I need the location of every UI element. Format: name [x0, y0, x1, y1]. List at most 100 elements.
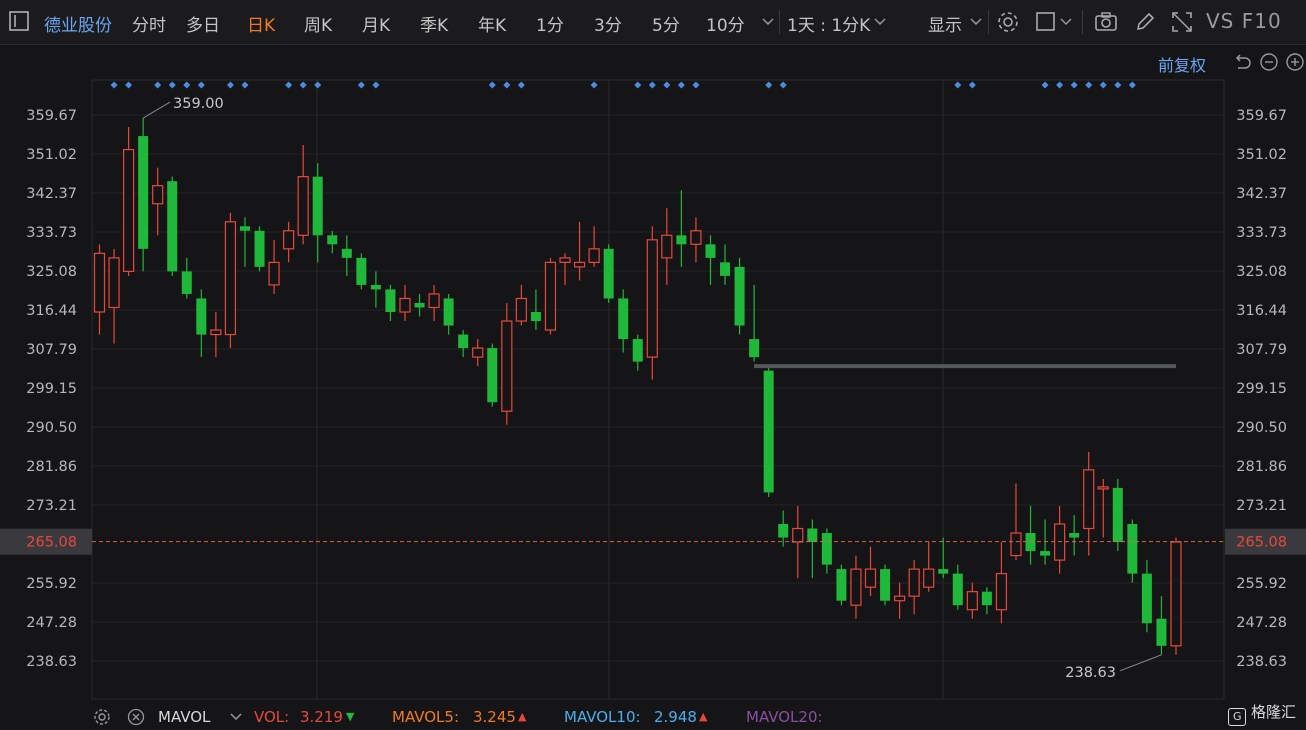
tab-weekly-k[interactable]: 周K — [304, 11, 332, 36]
candle-body — [544, 261, 557, 331]
candle — [138, 118, 149, 272]
event-marker — [285, 81, 293, 89]
candle-body — [661, 234, 673, 259]
tab-quarterly-k[interactable]: 季K — [420, 11, 448, 36]
tab-3min[interactable]: 3分 — [594, 11, 622, 36]
candle-body — [923, 568, 935, 588]
y-tick-label: 273.21 — [1236, 498, 1287, 514]
candle — [632, 334, 643, 371]
candle — [312, 163, 323, 263]
f10-button[interactable]: F10 — [1242, 9, 1282, 33]
event-marker — [648, 81, 656, 89]
candle — [807, 519, 818, 579]
candlestick-chart[interactable]: 359.67 351.02 342.37 333.73 325.08 316.44 307.… — [0, 44, 1306, 704]
candle — [196, 289, 207, 358]
up-arrow-icon: ▲ — [518, 710, 527, 723]
candle-body — [850, 568, 862, 606]
indicator-name[interactable]: MAVOL — [158, 708, 210, 726]
fullscreen-icon[interactable] — [1170, 10, 1194, 34]
close-icon[interactable] — [127, 708, 145, 726]
candle-body — [559, 257, 571, 263]
mavol10-label: MAVOL10: — [564, 708, 641, 726]
candle — [864, 546, 877, 597]
candle-body — [792, 527, 804, 543]
tab-5min[interactable]: 5分 — [652, 11, 680, 36]
tab-daily-k[interactable]: 日K — [247, 11, 275, 36]
period-select[interactable]: 1天 : 1分K — [787, 11, 870, 36]
chevron-down-icon[interactable] — [228, 709, 244, 725]
candle-body — [1141, 573, 1152, 624]
candle-body — [458, 334, 469, 349]
tab-intraday[interactable]: 分时 — [132, 11, 166, 36]
display-menu[interactable]: 显示 — [928, 11, 962, 36]
candle-body — [1010, 532, 1022, 557]
event-marker — [692, 81, 700, 89]
event-marker — [590, 81, 598, 89]
stock-name[interactable]: 德业股份 — [44, 11, 112, 36]
event-markers — [110, 81, 1136, 89]
candle-body — [632, 339, 643, 362]
candle-body — [341, 248, 352, 258]
candle — [414, 293, 425, 317]
chevron-down-icon[interactable] — [760, 12, 776, 32]
chevron-down-icon[interactable] — [872, 12, 888, 32]
candle — [268, 239, 280, 294]
camera-icon[interactable] — [1094, 10, 1118, 34]
event-marker — [357, 81, 365, 89]
event-marker — [197, 81, 205, 89]
candle-body — [952, 573, 963, 606]
tab-10min[interactable]: 10分 — [706, 11, 745, 36]
candle — [981, 587, 992, 615]
candle-body — [443, 298, 454, 326]
y-tick-label: 247.28 — [26, 615, 77, 631]
gear-icon[interactable] — [93, 708, 111, 726]
candle-body — [1156, 618, 1167, 646]
chevron-down-icon[interactable] — [1058, 12, 1074, 32]
candle — [836, 564, 847, 606]
y-tick-label: 316.44 — [1236, 303, 1287, 319]
square-style-icon[interactable] — [1034, 10, 1058, 34]
candle-body — [196, 298, 207, 335]
candle-body — [778, 524, 789, 538]
candle-body — [603, 248, 614, 299]
gear-icon[interactable] — [996, 10, 1020, 34]
candle-body — [836, 569, 847, 601]
candle — [966, 582, 978, 619]
event-marker — [663, 81, 671, 89]
candle-body — [414, 302, 425, 308]
tab-yearly-k[interactable]: 年K — [478, 11, 506, 36]
pencil-icon[interactable] — [1133, 10, 1157, 34]
chevron-down-icon[interactable] — [968, 12, 984, 32]
tab-1min[interactable]: 1分 — [536, 11, 564, 36]
sidebar-toggle-icon[interactable] — [9, 11, 29, 31]
logo-icon: G — [1228, 708, 1247, 726]
candle-body — [1127, 524, 1138, 574]
candle — [1025, 505, 1036, 565]
y-axis-left: 359.67 351.02 342.37 333.73 325.08 316.44 307.… — [26, 108, 77, 670]
candle — [850, 555, 862, 619]
mavol20-label: MAVOL20: — [746, 708, 823, 726]
candle-body — [224, 221, 237, 336]
vs-compare-button[interactable]: VS F10 — [1206, 9, 1282, 33]
candle-body — [720, 262, 731, 276]
candle — [1010, 483, 1022, 561]
event-marker — [1056, 81, 1064, 89]
y-tick-label: 359.67 — [1236, 108, 1287, 124]
candle — [152, 167, 164, 236]
candle-body — [966, 591, 978, 611]
y-tick-label: 247.28 — [1236, 615, 1287, 631]
candle-body — [385, 289, 396, 312]
candle — [1083, 451, 1095, 556]
candle-body — [501, 320, 513, 412]
candle-body — [807, 528, 818, 543]
candle-body — [530, 311, 541, 322]
candle — [618, 289, 629, 353]
candle — [122, 127, 135, 276]
candle-body — [646, 239, 658, 358]
candle-body — [749, 339, 760, 358]
tab-multi-day[interactable]: 多日 — [186, 11, 220, 36]
tab-monthly-k[interactable]: 月K — [362, 11, 390, 36]
candle — [646, 226, 658, 380]
y-tick-label: 325.08 — [1236, 264, 1287, 280]
event-marker — [968, 81, 976, 89]
